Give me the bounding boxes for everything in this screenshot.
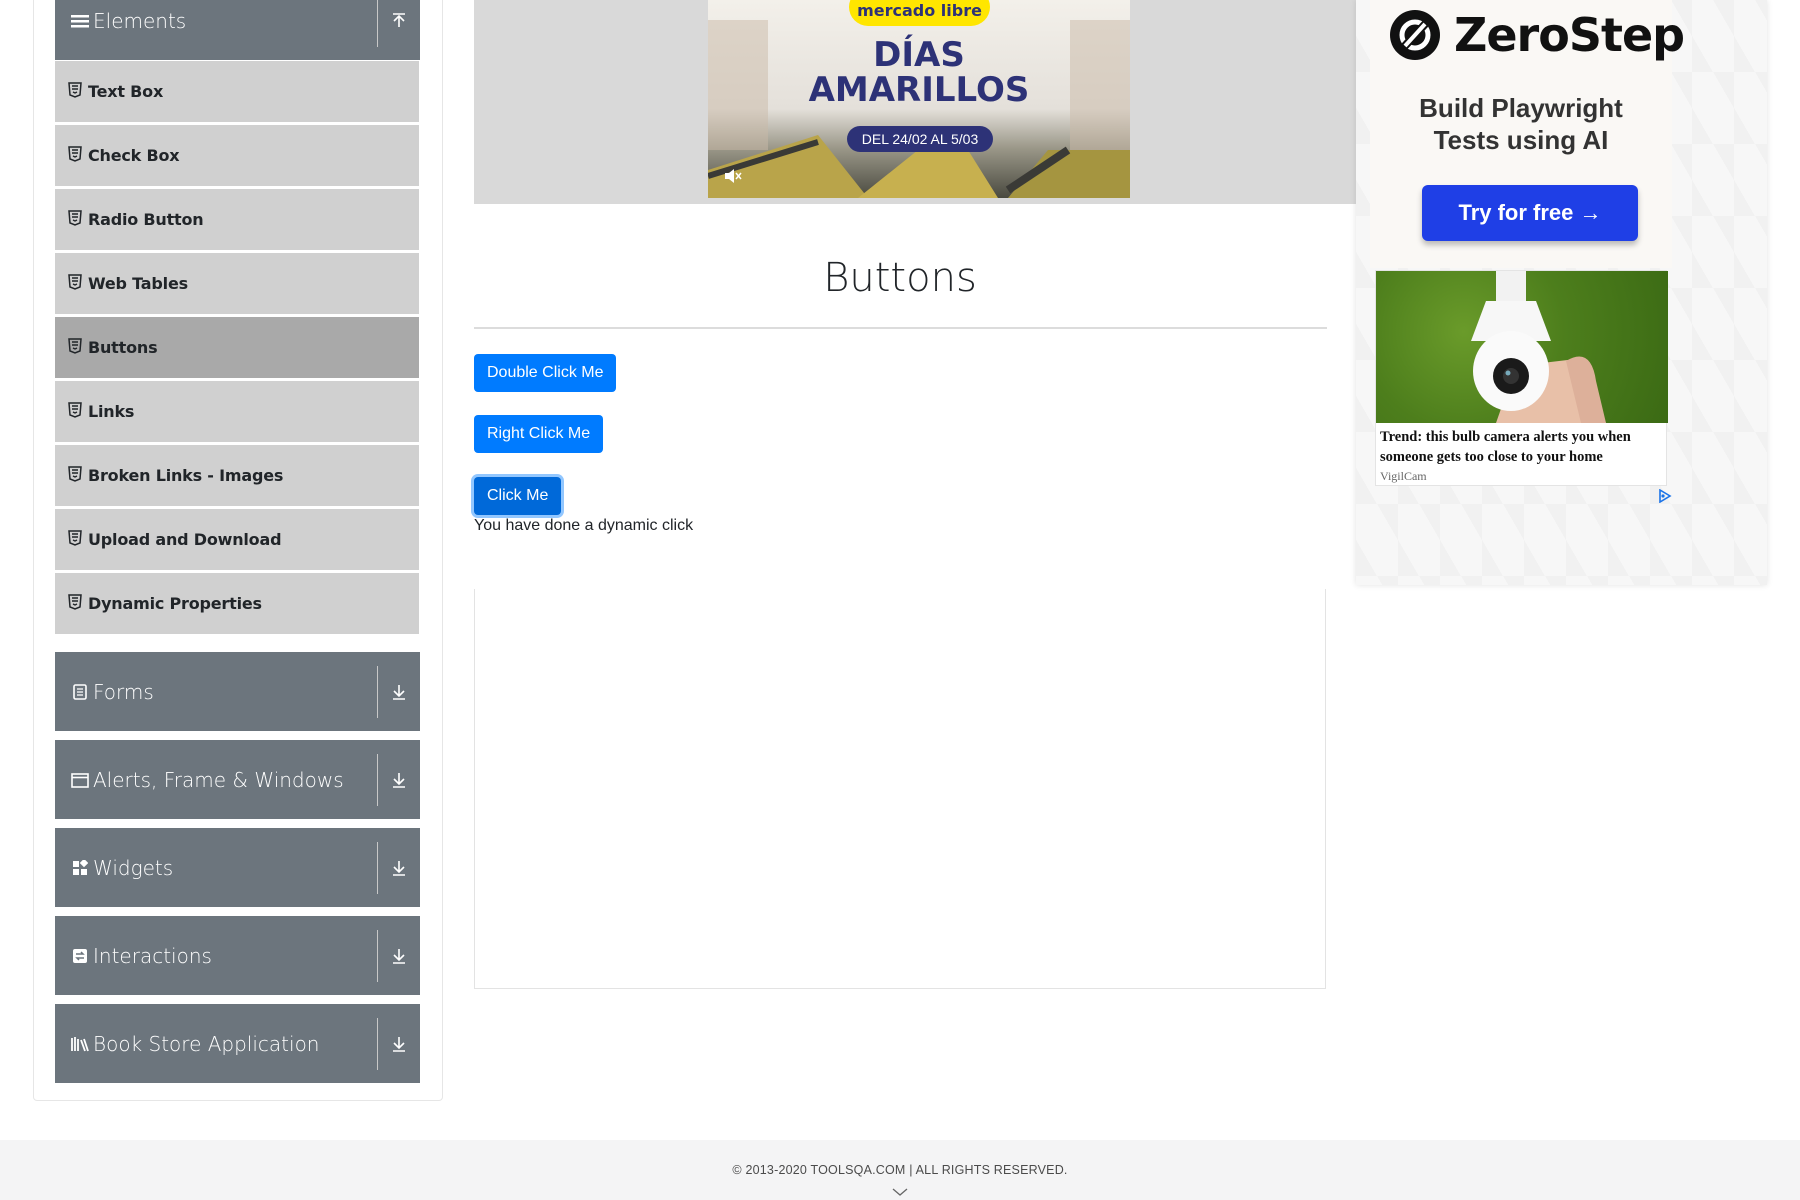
group-title-elements: Elements xyxy=(93,9,187,33)
top-banner-ad[interactable]: mercado libre DÍAS AMARILLOS DEL 24/02 A… xyxy=(708,0,1130,198)
sidebar-item-upload-download[interactable]: Upload and Download xyxy=(55,509,419,570)
dynamic-click-message: You have done a dynamic click xyxy=(474,517,694,534)
form-icon xyxy=(71,683,89,701)
zerostep-logo-icon xyxy=(1390,10,1440,60)
sidebar-item-label: Radio Button xyxy=(88,210,204,229)
group-header-alerts[interactable]: Alerts, Frame & Windows xyxy=(55,740,420,819)
content-frame xyxy=(474,589,1326,989)
expand-down-icon[interactable] xyxy=(378,683,420,701)
mercado-libre-logo: mercado libre xyxy=(849,0,990,26)
sidebar-item-links[interactable]: Links xyxy=(55,381,419,442)
books-icon xyxy=(71,1035,89,1053)
group-title-book-store: Book Store Application xyxy=(93,1031,320,1056)
right-sidebar-ad[interactable]: ZeroStep Build Playwright Tests using AI… xyxy=(1356,0,1767,585)
sidebar-item-label: Links xyxy=(88,402,135,421)
ad-headline: DÍAS AMARILLOS xyxy=(808,35,1030,110)
collapse-up-icon[interactable] xyxy=(378,12,420,30)
sidebar-item-label: Dynamic Properties xyxy=(88,594,262,613)
adchoices-icon[interactable] xyxy=(1658,489,1672,503)
html5-icon xyxy=(68,465,82,482)
sidebar-item-text-box[interactable]: Text Box xyxy=(55,61,419,122)
bulb-camera-image xyxy=(1376,271,1668,423)
footer: © 2013-2020 TOOLSQA.COM | ALL RIGHTS RES… xyxy=(0,1140,1800,1200)
group-title-interactions: Interactions xyxy=(93,943,212,968)
sidebar-item-buttons[interactable]: Buttons xyxy=(55,317,419,378)
sidebar-item-dynamic-properties[interactable]: Dynamic Properties xyxy=(55,573,419,634)
sidebar-item-broken-links[interactable]: Broken Links - Images xyxy=(55,445,419,506)
widgets-icon xyxy=(71,859,89,877)
title-divider xyxy=(474,327,1327,329)
promo-brand: VigilCam xyxy=(1380,469,1427,483)
interactions-icon xyxy=(71,947,89,965)
html5-icon xyxy=(68,81,82,98)
html5-icon xyxy=(68,401,82,418)
promo-headline: Trend: this bulb camera alerts you when … xyxy=(1380,429,1631,465)
mute-icon[interactable] xyxy=(724,168,742,184)
expand-down-icon[interactable] xyxy=(378,859,420,877)
sidebar-item-label: Broken Links - Images xyxy=(88,466,284,485)
expand-down-icon[interactable] xyxy=(378,771,420,789)
sidebar-item-label: Upload and Download xyxy=(88,530,282,549)
try-for-free-button[interactable]: Try for free → xyxy=(1422,185,1638,241)
html5-icon xyxy=(68,337,82,354)
sidebar-item-label: Web Tables xyxy=(88,274,188,293)
click-me-button[interactable]: Click Me xyxy=(474,477,562,515)
group-title-forms: Forms xyxy=(93,679,154,704)
group-header-forms[interactable]: Forms xyxy=(55,652,420,731)
group-header-interactions[interactable]: Interactions xyxy=(55,916,420,995)
window-icon xyxy=(71,771,89,789)
sidebar-item-label: Check Box xyxy=(88,146,180,165)
list-icon xyxy=(71,12,89,30)
expand-down-icon[interactable] xyxy=(378,947,420,965)
vigilcam-ad[interactable]: Trend: this bulb camera alerts you when … xyxy=(1375,270,1668,486)
zerostep-tagline: Build Playwright Tests using AI xyxy=(1419,93,1623,155)
group-title-alerts: Alerts, Frame & Windows xyxy=(93,767,344,792)
sidebar-item-label: Buttons xyxy=(88,338,158,357)
page-title: Buttons xyxy=(823,255,977,301)
group-header-book-store[interactable]: Book Store Application xyxy=(55,1004,420,1083)
html5-icon xyxy=(68,529,82,546)
html5-icon xyxy=(68,593,82,610)
expand-down-icon[interactable] xyxy=(378,1035,420,1053)
ad-dates-badge: DEL 24/02 AL 5/03 xyxy=(847,126,993,152)
html5-icon xyxy=(68,145,82,162)
group-header-elements[interactable]: Elements xyxy=(55,0,420,60)
group-header-widgets[interactable]: Widgets xyxy=(55,828,420,907)
sidebar-item-radio-button[interactable]: Radio Button xyxy=(55,189,419,250)
sidebar-item-label: Text Box xyxy=(88,82,164,101)
html5-icon xyxy=(68,209,82,226)
double-click-button[interactable]: Double Click Me xyxy=(474,354,617,392)
sidebar-item-check-box[interactable]: Check Box xyxy=(55,125,419,186)
chevron-down-icon[interactable] xyxy=(892,1187,908,1197)
group-title-widgets: Widgets xyxy=(93,855,174,880)
sidebar-item-web-tables[interactable]: Web Tables xyxy=(55,253,419,314)
zerostep-ad[interactable]: ZeroStep Build Playwright Tests using AI… xyxy=(1370,0,1685,268)
zerostep-logo: ZeroStep xyxy=(1388,8,1685,62)
html5-icon xyxy=(68,273,82,290)
right-click-button[interactable]: Right Click Me xyxy=(474,415,604,453)
footer-copyright: © 2013-2020 TOOLSQA.COM | ALL RIGHTS RES… xyxy=(732,1163,1068,1177)
